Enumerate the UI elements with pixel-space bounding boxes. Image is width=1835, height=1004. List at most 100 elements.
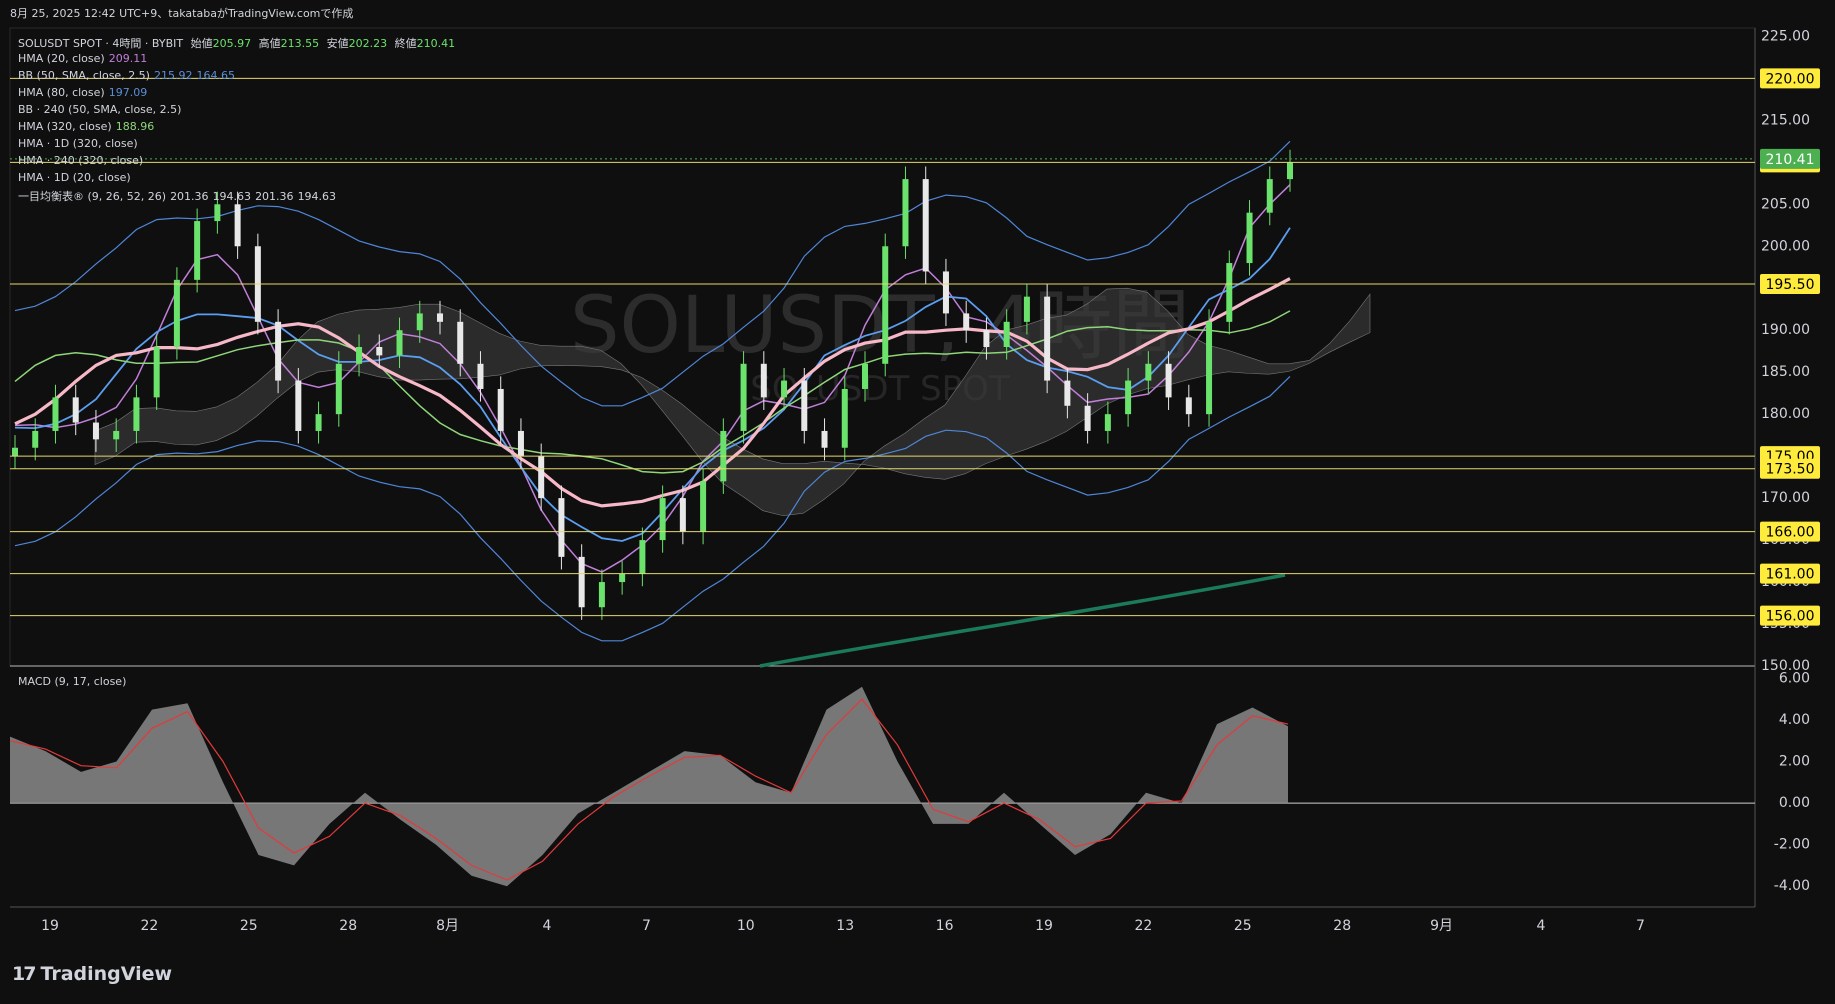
legend-indicator-name: HMA · 1D (20, close) bbox=[18, 171, 131, 184]
legend-indicator-name: HMA (20, close) bbox=[18, 52, 105, 65]
candle-body bbox=[457, 321, 464, 364]
legend-high-label: 高値 bbox=[258, 37, 281, 50]
legend-indicator-row[interactable]: BB · 240 (50, SMA, close, 2.5) bbox=[18, 103, 181, 116]
time-tick-label: 22 bbox=[140, 918, 158, 934]
last-price-tag-label: 210.41 bbox=[1766, 152, 1815, 168]
macd-tick-label: 0.00 bbox=[1779, 795, 1810, 811]
level-price-tag-label: 220.00 bbox=[1766, 71, 1815, 87]
legend-indicator-name: 一目均衡表® (9, 26, 52, 26) bbox=[18, 190, 167, 203]
time-tick-label: 7 bbox=[1636, 918, 1645, 934]
legend-indicator-row[interactable]: HMA (20, close) 209.11 bbox=[18, 52, 147, 65]
price-tick-label: 190.00 bbox=[1761, 322, 1810, 338]
macd-label: MACD (9, 17, close) bbox=[18, 675, 127, 688]
candle-body bbox=[214, 204, 221, 222]
candle-body bbox=[497, 388, 504, 431]
candle-body bbox=[538, 456, 545, 499]
legend-indicator-value: 215.92 bbox=[153, 69, 193, 82]
macd-tick-label: -4.00 bbox=[1774, 878, 1810, 894]
candle-body bbox=[821, 430, 828, 448]
price-tick-label: 180.00 bbox=[1761, 406, 1810, 422]
candle-body bbox=[882, 246, 889, 364]
time-tick-label: 4 bbox=[1537, 918, 1546, 934]
tradingview-brand[interactable]: 17 TradingView bbox=[12, 963, 172, 985]
candle-body bbox=[12, 447, 18, 457]
candle-body bbox=[153, 347, 160, 398]
candle-body bbox=[295, 380, 302, 431]
time-tick-label: 8月 bbox=[436, 918, 459, 934]
legend-indicator-value: 194.63 bbox=[297, 190, 337, 203]
legend-indicator-value: 164.65 bbox=[196, 69, 235, 82]
candle-body bbox=[1023, 296, 1030, 322]
candle-body bbox=[922, 179, 929, 272]
candle-body bbox=[234, 204, 241, 247]
candle-body bbox=[1165, 363, 1172, 398]
candle-body bbox=[194, 221, 201, 280]
legend-high: 213.55 bbox=[280, 37, 320, 50]
price-tick-label: 225.00 bbox=[1761, 28, 1810, 44]
candle-body bbox=[862, 363, 868, 389]
time-tick-label: 28 bbox=[339, 918, 357, 934]
time-tick-label: 22 bbox=[1134, 918, 1152, 934]
candle-body bbox=[133, 397, 140, 431]
candle-body bbox=[781, 380, 788, 398]
candle-body bbox=[639, 540, 646, 574]
candle-body bbox=[902, 179, 909, 247]
candle-body bbox=[376, 347, 383, 356]
time-tick-label: 28 bbox=[1333, 918, 1351, 934]
macd-tick-label: 4.00 bbox=[1779, 712, 1810, 728]
candle-body bbox=[1246, 212, 1253, 264]
legend-indicator-value: 197.09 bbox=[108, 86, 148, 99]
legend-indicator-row[interactable]: HMA · 1D (320, close) bbox=[18, 137, 138, 150]
legend-indicator-row[interactable]: HMA · 240 (320, close) bbox=[18, 154, 143, 167]
candle-body bbox=[335, 363, 342, 415]
candle-body bbox=[841, 388, 848, 448]
legend-indicator-name: BB (50, SMA, close, 2.5) bbox=[18, 69, 150, 82]
candle-body bbox=[558, 498, 565, 557]
legend-indicator-name: BB · 240 (50, SMA, close, 2.5) bbox=[18, 103, 182, 116]
candle-body bbox=[1064, 380, 1071, 406]
candle-body bbox=[437, 313, 443, 322]
time-tick-label: 19 bbox=[1035, 918, 1053, 934]
time-tick-label: 10 bbox=[737, 918, 755, 934]
legend-indicator-row[interactable]: 一目均衡表® (9, 26, 52, 26) 201.36 194.63 201.36… bbox=[18, 188, 336, 204]
candle-body bbox=[1145, 363, 1152, 381]
legend-indicator-row[interactable]: HMA (80, close) 197.09 bbox=[18, 86, 147, 99]
candle-body bbox=[578, 556, 585, 608]
candle-body bbox=[1266, 179, 1273, 213]
candle-body bbox=[517, 430, 524, 457]
legend-indicator-value: 188.96 bbox=[115, 120, 155, 133]
chart-canvas[interactable]: SOLUSDT, 4時間SOLUSDT SPOT225.00220.00215.… bbox=[0, 0, 1835, 1004]
time-tick-label: 25 bbox=[240, 918, 258, 934]
time-tick-label: 7 bbox=[642, 918, 651, 934]
macd-tick-label: -2.00 bbox=[1774, 837, 1810, 853]
candle-body bbox=[113, 430, 120, 440]
hma-1d-320-line bbox=[759, 573, 1286, 668]
legend-indicator-row[interactable]: BB (50, SMA, close, 2.5) 215.92 164.65 bbox=[18, 69, 235, 82]
legend-symbol: SOLUSDT SPOT · 4時間 · BYBIT bbox=[18, 37, 184, 50]
time-tick-label: 19 bbox=[41, 918, 59, 934]
candle-body bbox=[740, 363, 747, 431]
legend-close: 210.41 bbox=[416, 37, 456, 50]
candle-body bbox=[1104, 414, 1111, 431]
level-price-tag-label: 166.00 bbox=[1766, 525, 1815, 541]
candle-body bbox=[942, 271, 949, 314]
legend-indicator-row[interactable]: HMA (320, close) 188.96 bbox=[18, 120, 154, 133]
time-tick-label: 25 bbox=[1234, 918, 1252, 934]
candle-body bbox=[173, 279, 180, 347]
candle-body bbox=[700, 481, 707, 532]
legend-indicator-row[interactable]: HMA · 1D (20, close) bbox=[18, 171, 131, 184]
candle-body bbox=[1185, 397, 1192, 415]
macd-tick-label: 2.00 bbox=[1779, 754, 1810, 770]
time-tick-label: 16 bbox=[936, 918, 954, 934]
candle-body bbox=[72, 397, 79, 423]
legend-indicator-value: 201.36 bbox=[255, 190, 294, 203]
price-tick-label: 170.00 bbox=[1761, 490, 1810, 506]
legend-indicator-value: 209.11 bbox=[108, 52, 148, 65]
price-tick-label: 185.00 bbox=[1761, 364, 1810, 380]
chart-caption: 8月 25, 2025 12:42 UTC+9、takatabaがTrading… bbox=[10, 7, 354, 20]
legend-low-label: 安値 bbox=[326, 37, 349, 50]
candle-body bbox=[598, 582, 605, 608]
candle-body bbox=[315, 414, 322, 431]
price-tick-label: 205.00 bbox=[1761, 196, 1810, 212]
candle-body bbox=[760, 363, 767, 398]
